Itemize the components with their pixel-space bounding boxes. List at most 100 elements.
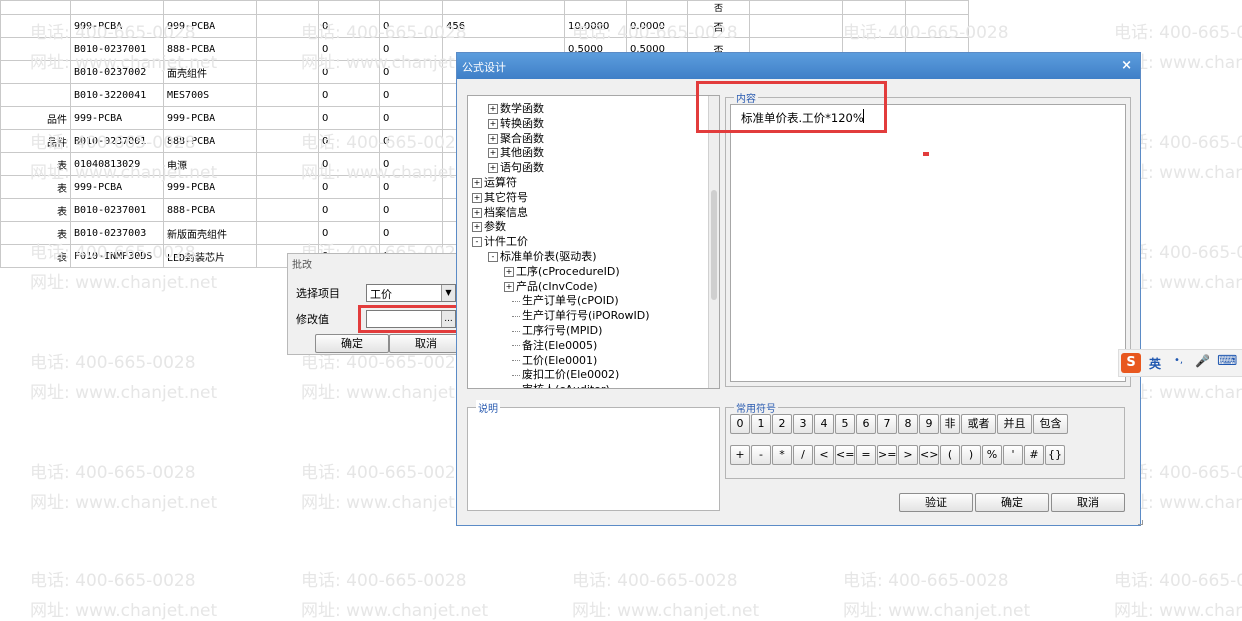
grid-cell[interactable]: 0	[379, 106, 443, 130]
grid-cell[interactable]: 999-PCBA	[70, 106, 164, 130]
symbol-button[interactable]: =	[856, 445, 876, 465]
chevron-down-icon[interactable]: ▼	[441, 285, 455, 301]
grid-cell[interactable]	[749, 0, 843, 15]
sogou-logo-icon[interactable]: S	[1121, 353, 1141, 373]
grid-cell[interactable]: F010-INMP30DS	[70, 244, 164, 268]
grid-cell[interactable]	[256, 106, 319, 130]
grid-cell[interactable]	[70, 0, 164, 15]
grid-cell[interactable]: 表	[0, 198, 71, 222]
formula-dialog-titlebar[interactable]: 公式设计 ×	[457, 53, 1140, 79]
expand-icon[interactable]: +	[488, 148, 498, 159]
grid-cell[interactable]: 456	[442, 14, 565, 38]
keyboard-icon[interactable]: ⌨	[1217, 353, 1237, 369]
grid-cell[interactable]: B010-0237001	[70, 198, 164, 222]
grid-cell[interactable]: 0	[379, 198, 443, 222]
grid-cell[interactable]: 888-PCBA	[163, 198, 257, 222]
symbol-button[interactable]: <=	[835, 445, 855, 465]
grid-cell[interactable]	[626, 0, 688, 15]
grid-cell[interactable]: LED封装芯片	[163, 244, 257, 268]
tree-item[interactable]: + 产品(cInvCode)	[504, 278, 598, 294]
grid-cell[interactable]	[256, 152, 319, 176]
grid-cell[interactable]: 否	[687, 14, 750, 38]
symbol-button[interactable]: 4	[814, 414, 834, 434]
tree-item[interactable]: 审核人(cAuditor)	[512, 381, 610, 388]
grid-cell[interactable]	[256, 129, 319, 153]
expand-icon[interactable]: +	[504, 281, 514, 292]
grid-cell[interactable]: 0	[379, 14, 443, 38]
symbol-button[interactable]: {}	[1045, 445, 1065, 465]
grid-cell[interactable]: MES700S	[163, 83, 257, 107]
grid-cell[interactable]: B010-0237002	[70, 60, 164, 84]
tree-item[interactable]: + 工序(cProcedureID)	[504, 263, 620, 279]
function-tree-panel[interactable]: + 数学函数 + 转换函数 + 聚合函数 + 其他函数 + 语句函数 + 运算符 + 其它符号 + 档案信息 +…	[467, 95, 720, 389]
symbol-button[interactable]: >	[898, 445, 918, 465]
batch-ok-button[interactable]: 确定	[315, 334, 389, 353]
grid-cell[interactable]	[442, 0, 565, 15]
grid-cell[interactable]	[256, 175, 319, 199]
grid-cell[interactable]	[256, 221, 319, 245]
grid-cell[interactable]: 0	[379, 60, 443, 84]
tree-item[interactable]: 生产订单行号(iPORowID)	[512, 307, 650, 323]
symbol-button[interactable]: 0	[730, 414, 750, 434]
ime-language-toggle[interactable]: 英	[1149, 355, 1161, 372]
grid-cell[interactable]	[256, 83, 319, 107]
symbol-button[interactable]: (	[940, 445, 960, 465]
microphone-icon[interactable]: 🎤	[1195, 354, 1210, 368]
grid-cell[interactable]: 0	[379, 175, 443, 199]
expand-icon[interactable]: +	[472, 192, 482, 203]
grid-cell[interactable]	[256, 14, 319, 38]
tree-item[interactable]: + 转换函数	[488, 115, 544, 131]
grid-cell[interactable]: 0.0000	[626, 14, 688, 38]
grid-cell[interactable]: 0	[318, 106, 380, 130]
grid-cell[interactable]: 表	[0, 175, 71, 199]
grid-cell[interactable]: 01040813029	[70, 152, 164, 176]
formula-content-editor[interactable]: 标准单价表.工价*120%	[730, 104, 1126, 382]
tree-item[interactable]: + 聚合函数	[488, 130, 544, 146]
grid-cell[interactable]: 0	[318, 60, 380, 84]
grid-cell[interactable]: B010-0237001	[70, 129, 164, 153]
grid-cell[interactable]: 0	[318, 37, 380, 61]
grid-cell[interactable]: 0	[318, 152, 380, 176]
grid-cell[interactable]	[0, 0, 71, 15]
expand-icon[interactable]: +	[488, 104, 498, 114]
symbol-button[interactable]: %	[982, 445, 1002, 465]
symbol-button[interactable]: 非	[940, 414, 960, 434]
grid-cell[interactable]: 999-PCBA	[70, 14, 164, 38]
tree-item[interactable]: 工价(Ele0001)	[512, 352, 597, 368]
grid-cell[interactable]: 0	[318, 198, 380, 222]
symbol-button[interactable]: )	[961, 445, 981, 465]
symbol-button[interactable]: 2	[772, 414, 792, 434]
resize-grip-icon[interactable]	[1138, 520, 1143, 525]
table-row[interactable]: 否	[0, 0, 969, 15]
grid-cell[interactable]: 表	[0, 244, 71, 268]
tree-item[interactable]: + 语句函数	[488, 159, 544, 175]
grid-cell[interactable]: 10.0000	[564, 14, 627, 38]
grid-cell[interactable]: 999-PCBA	[163, 175, 257, 199]
symbol-button[interactable]: *	[772, 445, 792, 465]
grid-cell[interactable]	[0, 37, 71, 61]
grid-cell[interactable]: 表	[0, 221, 71, 245]
grid-cell[interactable]	[749, 14, 843, 38]
punctuation-icon[interactable]: •,	[1174, 355, 1183, 366]
grid-cell[interactable]: B010-3220041	[70, 83, 164, 107]
grid-cell[interactable]	[256, 198, 319, 222]
grid-cell[interactable]	[0, 83, 71, 107]
symbol-button[interactable]: '	[1003, 445, 1023, 465]
symbol-button[interactable]: 5	[835, 414, 855, 434]
symbol-button[interactable]: 或者	[961, 414, 996, 434]
grid-cell[interactable]: 品件	[0, 129, 71, 153]
grid-cell[interactable]: 999-PCBA	[163, 106, 257, 130]
select-item-dropdown[interactable]: 工价 ▼	[366, 284, 456, 302]
table-row[interactable]: 999-PCBA 999-PCBA 0 0 456 10.0000 0.0000 否	[0, 14, 969, 38]
expand-icon[interactable]: +	[472, 207, 482, 218]
tree-item[interactable]: + 数学函数	[488, 100, 544, 116]
grid-cell[interactable]: 0	[379, 221, 443, 245]
expand-icon[interactable]: +	[488, 133, 498, 144]
symbol-button[interactable]: 8	[898, 414, 918, 434]
expand-icon[interactable]: +	[472, 178, 482, 188]
tree-item[interactable]: + 参数	[472, 218, 506, 234]
symbol-button[interactable]: #	[1024, 445, 1044, 465]
tree-item[interactable]: - 标准单价表(驱动表)	[488, 248, 597, 264]
grid-cell[interactable]: 0	[379, 37, 443, 61]
symbol-button[interactable]: +	[730, 445, 750, 465]
